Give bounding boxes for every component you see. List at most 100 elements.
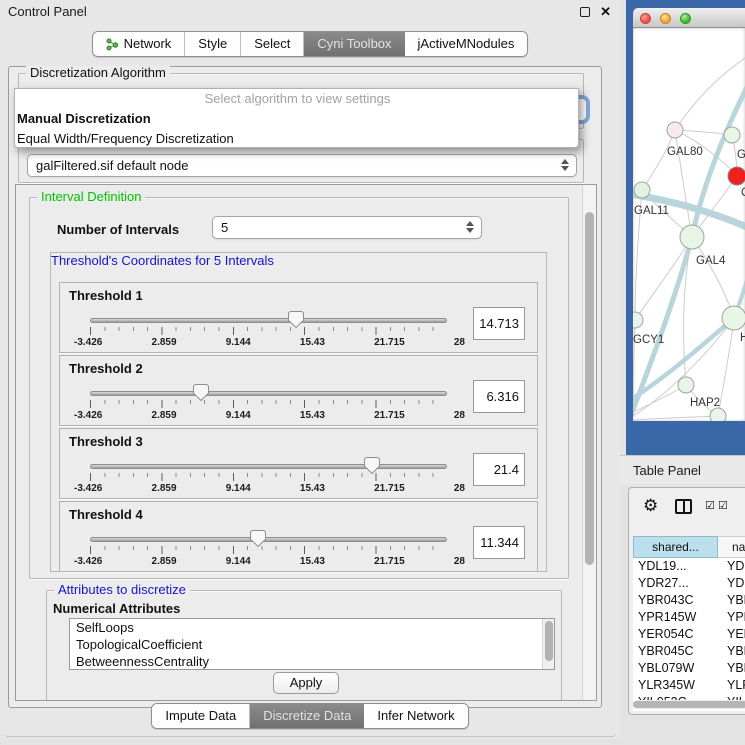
minimize-traffic-light-icon[interactable]	[660, 13, 671, 24]
threshold-value-field[interactable]: 14.713	[473, 307, 525, 340]
slider-track[interactable]	[90, 318, 447, 323]
checkbox-icon[interactable]: ☑	[718, 499, 728, 512]
table-row[interactable]: YDL19...YDL1	[633, 558, 745, 575]
group-title: Interval Definition	[37, 190, 145, 204]
threshold-value-field[interactable]: 11.344	[473, 526, 525, 559]
table-header-row: shared... na	[633, 536, 745, 558]
threshold-panel-3: Threshold 3 -3.4262.8599.14415.4321.7152…	[59, 428, 538, 499]
table-cell[interactable]: YLR345W	[633, 677, 718, 694]
tick-label: 21.715	[374, 556, 405, 567]
table-cell[interactable]: YLR3	[718, 677, 745, 694]
network-node[interactable]	[633, 312, 643, 328]
threshold-slider[interactable]: -3.4262.8599.14415.4321.71528	[90, 462, 447, 496]
table-cell[interactable]: YER0	[718, 626, 745, 643]
slider-thumb[interactable]	[250, 530, 266, 547]
threshold-slider[interactable]: -3.4262.8599.14415.4321.71528	[90, 316, 447, 350]
node-table: shared... na YDL19...YDL1YDR27...YDR2YBR…	[633, 536, 745, 711]
zoom-traffic-light-icon[interactable]	[680, 13, 691, 24]
network-node[interactable]	[724, 127, 740, 143]
network-node[interactable]	[728, 167, 745, 185]
horizontal-scrollbar[interactable]	[632, 700, 745, 709]
dropdown-item-equal-width-frequency[interactable]: Equal Width/Frequency Discretization	[15, 129, 578, 149]
dropdown-item-manual-discretization[interactable]: Manual Discretization	[15, 109, 578, 129]
table-row[interactable]: YBR045CYBR0	[633, 643, 745, 660]
network-node[interactable]	[710, 408, 726, 421]
close-traffic-light-icon[interactable]	[640, 13, 651, 24]
tick-labels: -3.4262.8599.14415.4321.71528	[74, 337, 465, 348]
numerical-attributes-list[interactable]: SelfLoopsTopologicalCoefficientBetweenne…	[69, 618, 555, 670]
table-cell[interactable]: YBR045C	[633, 643, 718, 660]
scrollbar-thumb[interactable]	[585, 212, 594, 565]
attribute-list-item[interactable]: SelfLoops	[70, 619, 554, 636]
checkbox-icon[interactable]: ☑	[705, 499, 715, 512]
slider-track[interactable]	[90, 464, 447, 469]
apply-button[interactable]: Apply	[273, 672, 339, 694]
control-panel-titlebar: Control Panel ✕	[0, 0, 620, 24]
tick-label: 21.715	[374, 483, 405, 494]
table-cell[interactable]: YBR0	[718, 643, 745, 660]
threshold-panel-2: Threshold 2 -3.4262.8599.14415.4321.7152…	[59, 355, 538, 426]
tick-label: 9.144	[226, 410, 251, 421]
tick-label: 2.859	[152, 556, 177, 567]
table-cell[interactable]: YDR27...	[633, 575, 718, 592]
table-row[interactable]: YBR043CYBR0	[633, 592, 745, 609]
network-node[interactable]	[634, 182, 650, 198]
table-cell[interactable]: YDR2	[718, 575, 745, 592]
table-row[interactable]: YER054CYER0	[633, 626, 745, 643]
tab-select[interactable]: Select	[241, 32, 304, 56]
network-node[interactable]	[680, 225, 704, 249]
scrollbar-thumb[interactable]	[545, 621, 553, 661]
network-node[interactable]	[678, 377, 694, 393]
slider-track[interactable]	[90, 391, 447, 396]
tab-style[interactable]: Style	[185, 32, 241, 56]
table-row[interactable]: YPR145WYPR1	[633, 609, 745, 626]
threshold-slider[interactable]: -3.4262.8599.14415.4321.71528	[90, 389, 447, 423]
table-row[interactable]: YBL079WYBL0	[633, 660, 745, 677]
attribute-list-item[interactable]: BetweennessCentrality	[70, 653, 554, 670]
table-cell[interactable]: YPR145W	[633, 609, 718, 626]
network-node[interactable]	[722, 306, 745, 330]
table-cell[interactable]: YDL19...	[633, 558, 718, 575]
threshold-value-field[interactable]: 21.4	[473, 453, 525, 486]
slider-thumb[interactable]	[193, 384, 209, 401]
table-cell[interactable]: YBR0	[718, 592, 745, 609]
slider-thumb[interactable]	[288, 311, 304, 328]
list-scrollbar[interactable]	[542, 619, 554, 669]
attribute-list-item[interactable]: TopologicalCoefficient	[70, 636, 554, 653]
scrollbar-thumb[interactable]	[633, 701, 745, 708]
network-window-titlebar[interactable]	[633, 8, 745, 28]
table-cell[interactable]: YBL0	[718, 660, 745, 677]
network-node[interactable]	[667, 122, 683, 138]
tab-jactivemnodules[interactable]: jActiveMNodules	[405, 32, 528, 56]
table-row[interactable]: YLR345WYLR3	[633, 677, 745, 694]
tab-discretize-data[interactable]: Discretize Data	[250, 704, 364, 728]
float-window-icon[interactable]	[580, 7, 590, 17]
threshold-value-field[interactable]: 6.316	[473, 380, 525, 413]
tab-infer-network[interactable]: Infer Network	[364, 704, 467, 728]
gear-icon[interactable]: ⚙	[643, 496, 658, 516]
slider-track[interactable]	[90, 537, 447, 542]
table-data-combobox[interactable]: galFiltered.sif default node	[27, 154, 577, 177]
network-node-label: C	[741, 187, 745, 199]
number-of-intervals-spinner[interactable]: 5	[212, 216, 482, 239]
table-cell[interactable]: YBR043C	[633, 592, 718, 609]
column-header-name[interactable]: na	[718, 536, 745, 558]
tab-impute-data[interactable]: Impute Data	[152, 704, 250, 728]
threshold-label: Threshold 1	[69, 288, 143, 303]
tab-cyni-toolbox[interactable]: Cyni Toolbox	[304, 32, 404, 56]
tick-label: -3.426	[74, 410, 102, 421]
slider-thumb[interactable]	[364, 457, 380, 474]
table-cell[interactable]: YPR1	[718, 609, 745, 626]
split-pane-icon[interactable]	[675, 499, 692, 514]
table-cell[interactable]: YER054C	[633, 626, 718, 643]
tick-label: 2.859	[152, 410, 177, 421]
threshold-slider[interactable]: -3.4262.8599.14415.4321.71528	[90, 535, 447, 569]
table-cell[interactable]: YBL079W	[633, 660, 718, 677]
close-icon[interactable]: ✕	[600, 4, 611, 20]
tab-network[interactable]: Network	[93, 32, 186, 56]
network-canvas[interactable]: GAL80GACGAL11GAL4GCY1HHAP2	[633, 28, 745, 421]
column-header-shared-name[interactable]: shared...	[633, 536, 718, 558]
table-row[interactable]: YDR27...YDR2	[633, 575, 745, 592]
table-cell[interactable]: YDL1	[718, 558, 745, 575]
vertical-scrollbar[interactable]	[582, 185, 596, 700]
